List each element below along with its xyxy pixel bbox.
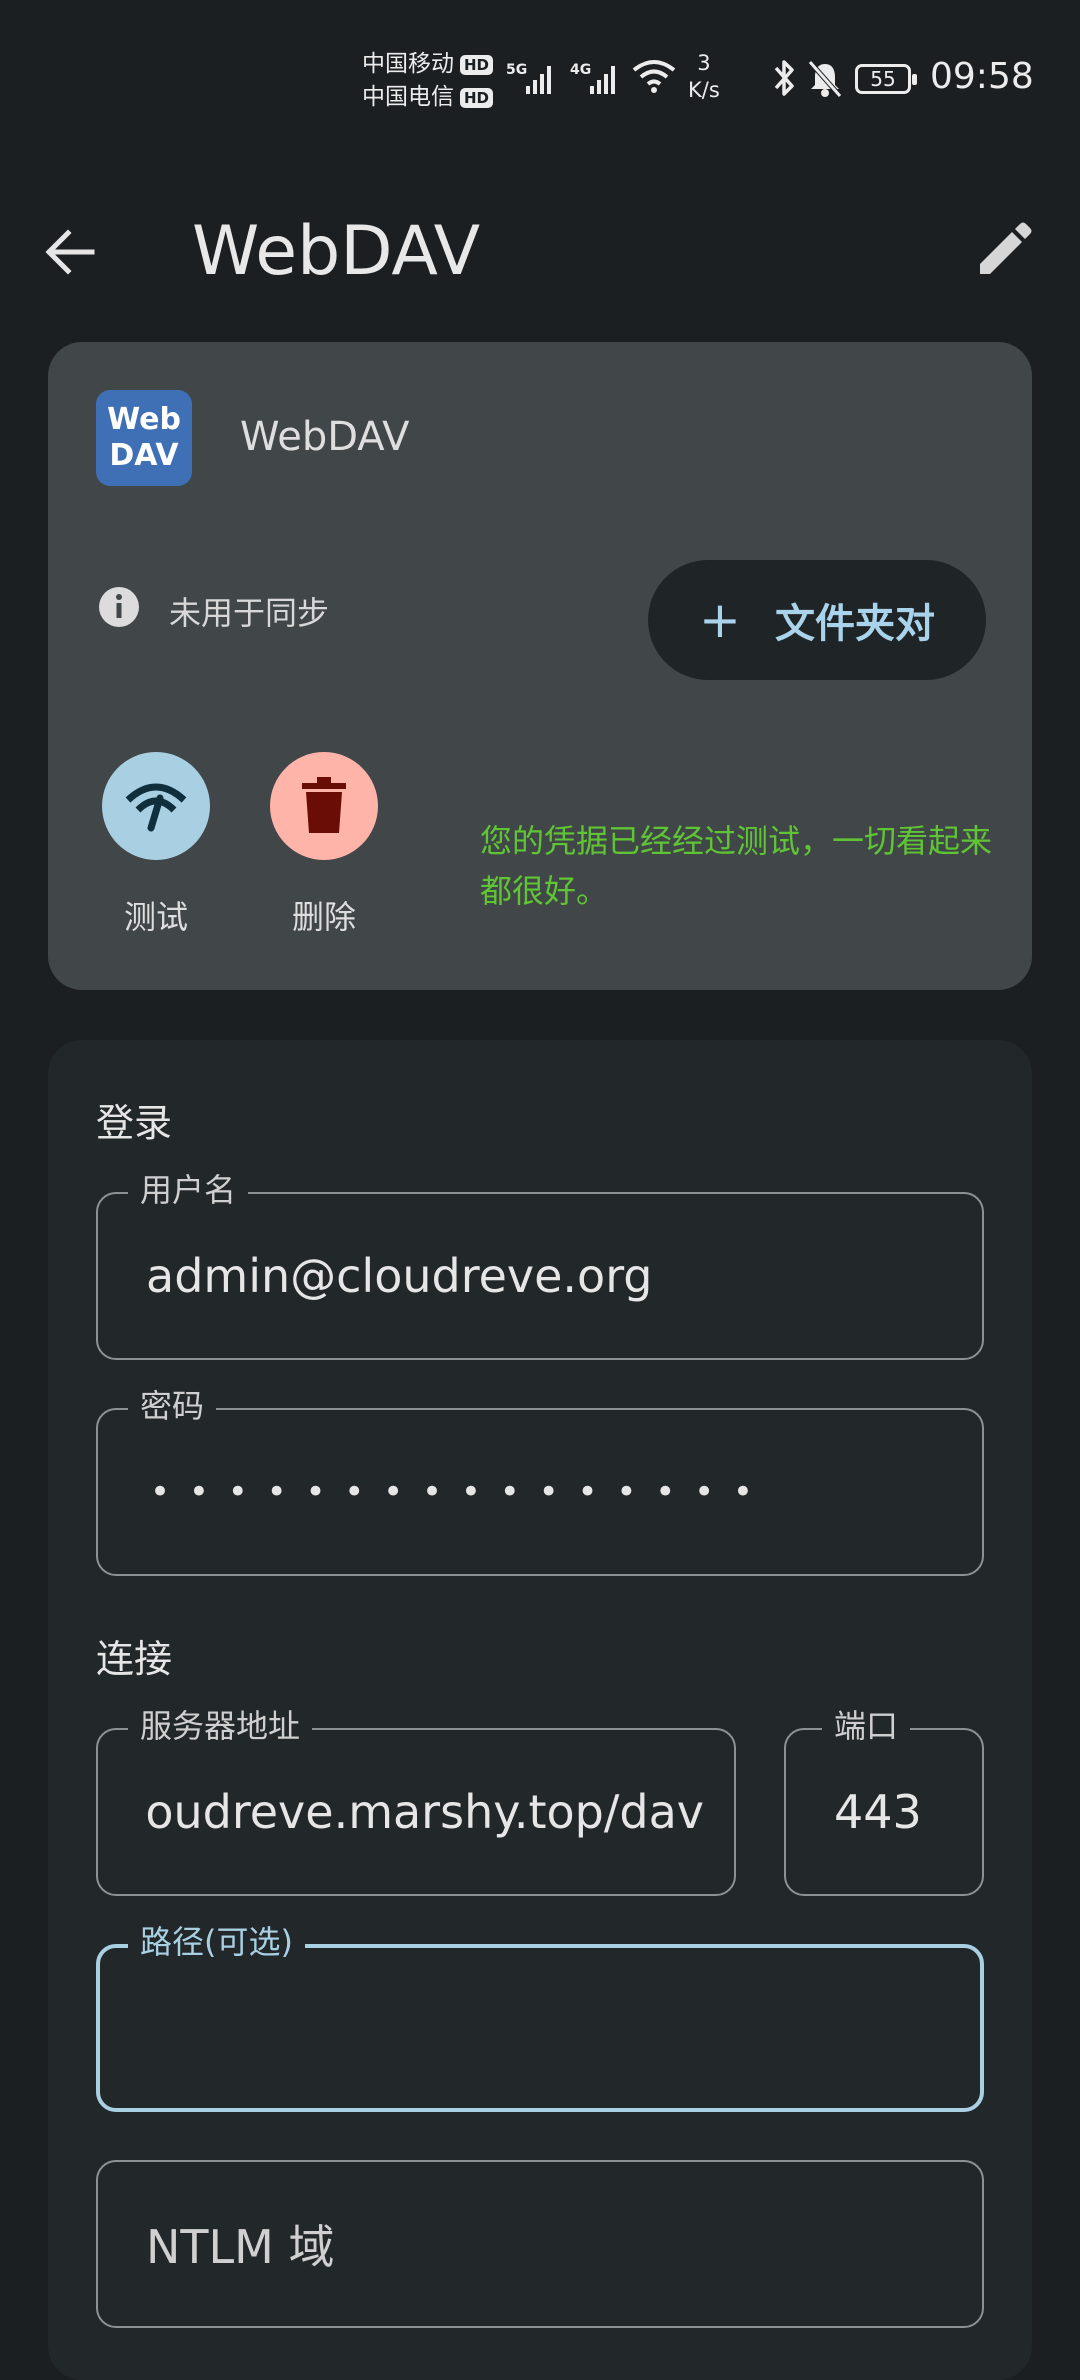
username-value: admin@cloudreve.org: [146, 1249, 653, 1303]
signal-5g-icon: 5G: [506, 62, 551, 94]
delete-label: 删除: [291, 898, 356, 936]
network-5g-label: 5G: [506, 62, 527, 78]
add-folder-pair-label: 文件夹对: [774, 601, 935, 647]
logo-line-2: DAV: [109, 438, 179, 473]
speed-value: 3: [697, 51, 711, 75]
path-field[interactable]: 路径(可选): [96, 1922, 984, 2112]
clock: 09:58: [930, 56, 1034, 97]
bluetooth-icon: [774, 60, 794, 96]
port-value: 443: [834, 1785, 922, 1839]
password-value: • • • • • • • • • • • • • • • •: [150, 1472, 757, 1512]
app-bar: WebDAV: [0, 190, 1080, 310]
delete-button[interactable]: [270, 752, 378, 860]
server-address-field[interactable]: 服务器地址 oudreve.marshy.top/dav: [96, 1706, 736, 1896]
port-field[interactable]: 端口 443: [784, 1706, 984, 1896]
hd-badge: HD: [460, 54, 494, 75]
speed-unit: K/s: [688, 78, 720, 102]
carrier-1: 中国移动: [362, 51, 454, 77]
connection-section-title: 连接: [96, 1637, 173, 1681]
carrier-2: 中国电信: [362, 84, 454, 110]
wifi-test-icon: [125, 783, 187, 832]
status-bar: 中国移动 HD 中国电信 HD 5G 4G 3 K/s 55 09:58: [0, 0, 1080, 150]
test-button[interactable]: [102, 752, 210, 860]
trash-icon: [302, 777, 346, 833]
path-label: 路径(可选): [128, 1922, 305, 1962]
carrier-info: 中国移动 HD 中国电信 HD: [362, 48, 494, 114]
settings-card: 登录 用户名 admin@cloudreve.org 密码 • • • • • …: [48, 1040, 1032, 2380]
ntlm-domain-field[interactable]: NTLM 域: [96, 2160, 984, 2328]
plus-icon: +: [699, 591, 741, 649]
username-field[interactable]: 用户名 admin@cloudreve.org: [96, 1170, 984, 1360]
logo-line-1: Web: [107, 402, 181, 437]
server-address-text: oudreve.marshy.top/dav: [146, 1785, 704, 1839]
battery-icon: 55: [855, 64, 917, 94]
credentials-status-message: 您的凭据已经经过测试，一切看起来都很好。: [480, 822, 993, 910]
network-4g-label: 4G: [570, 62, 591, 78]
page-title: WebDAV: [192, 212, 481, 291]
wifi-icon: [632, 60, 676, 93]
test-label: 测试: [123, 898, 188, 936]
network-speed: 3 K/s: [688, 50, 720, 104]
webdav-logo: Web DAV: [96, 390, 192, 486]
back-arrow-icon[interactable]: [40, 220, 104, 284]
account-card: Web DAV WebDAV 未用于同步 + 文件夹对 测试 删除 您的凭据已经…: [48, 342, 1032, 990]
edit-pencil-icon[interactable]: [972, 218, 1036, 282]
hd-badge: HD: [460, 87, 494, 108]
signal-4g-icon: 4G: [570, 62, 615, 94]
add-folder-pair-button[interactable]: + 文件夹对: [648, 560, 986, 680]
password-field[interactable]: 密码 • • • • • • • • • • • • • • • •: [96, 1386, 984, 1576]
ntlm-domain-placeholder: NTLM 域: [146, 2220, 335, 2274]
sync-status: 未用于同步: [169, 594, 330, 632]
account-name: WebDAV: [240, 414, 410, 460]
server-address-value: oudreve.marshy.top/dav: [146, 1730, 704, 1894]
info-icon: [99, 587, 139, 627]
login-section-title: 登录: [96, 1101, 173, 1145]
mute-bell-icon: [808, 60, 842, 98]
